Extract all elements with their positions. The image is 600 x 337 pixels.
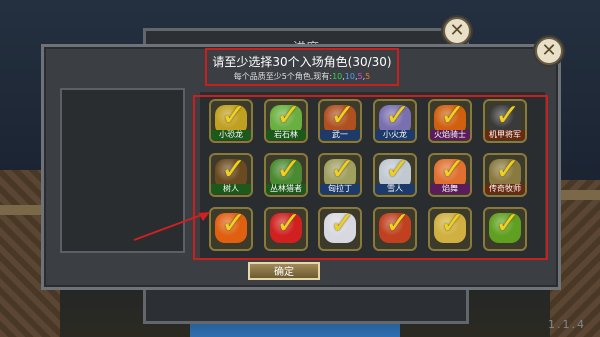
red-arrow-icon — [133, 212, 210, 241]
quality-count-4: 5 — [365, 72, 371, 81]
dialog-subtitle: 每个品质至少5个角色,现有:10,10,5,5 — [207, 71, 397, 82]
dialog-close-button[interactable]: ✕ — [535, 37, 563, 65]
dialog-title: 请至少选择30个入场角色(30/30) — [212, 55, 392, 69]
close-icon: ✕ — [541, 40, 557, 61]
subtitle-prefix: 每个品质至少5个角色,现有: — [233, 72, 333, 81]
version-label: 1.1.4 — [548, 318, 586, 331]
quality-count-2: 10 — [344, 72, 355, 81]
close-icon: ✕ — [449, 20, 465, 41]
confirm-button[interactable]: 确定 — [248, 262, 320, 280]
back-close-button[interactable]: ✕ — [443, 17, 471, 45]
right-ledge — [560, 190, 600, 200]
grid-highlight-box — [193, 95, 548, 260]
quality-count-1: 10 — [332, 72, 343, 81]
title-highlight-box: 请至少选择30个入场角色(30/30) 每个品质至少5个角色,现有:10,10,… — [205, 48, 399, 86]
